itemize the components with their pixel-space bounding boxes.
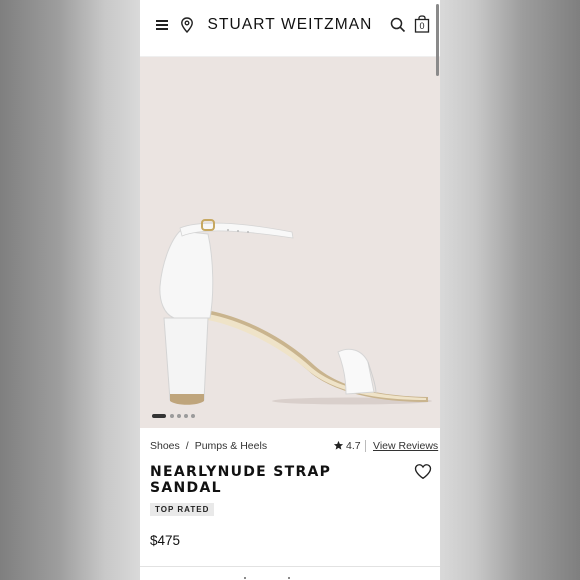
slide-indicator-active[interactable] [152,414,166,418]
rating-value: 4.7 [346,440,361,452]
view-reviews-link[interactable]: View Reviews [373,440,438,452]
menu-icon[interactable] [156,19,168,31]
product-image [159,219,432,405]
slide-indicator[interactable] [191,414,195,418]
star-icon [333,440,344,451]
product-title: NEARLYNUDE STRAP SANDAL [150,464,332,496]
slide-indicator[interactable] [170,414,174,418]
slide-indicator[interactable] [177,414,181,418]
breadcrumb-shoes[interactable]: Shoes [150,440,180,452]
product-image-gallery[interactable] [140,56,440,428]
phone-screen: STUART WEITZMAN 0 Shoes / Pumps & Heels … [140,0,440,580]
location-pin-icon[interactable] [180,17,194,34]
brand-logo[interactable]: STUART WEITZMAN [202,16,378,34]
heart-icon[interactable] [414,463,432,480]
top-navigation-bar: STUART WEITZMAN 0 [140,0,440,57]
top-rated-badge: TOP RATED [150,503,215,516]
breadcrumb: Shoes / Pumps & Heels [150,440,267,452]
breadcrumb-separator: / [185,440,189,452]
scrollbar[interactable] [436,4,439,76]
divider [365,440,366,452]
breadcrumb-pumps-heels[interactable]: Pumps & Heels [195,440,267,452]
shopping-bag-icon[interactable]: 0 [414,15,430,33]
section-divider [140,566,440,567]
bag-count: 0 [419,21,425,31]
product-price: $475 [150,533,181,548]
slide-indicator[interactable] [184,414,188,418]
search-icon[interactable] [390,17,406,33]
